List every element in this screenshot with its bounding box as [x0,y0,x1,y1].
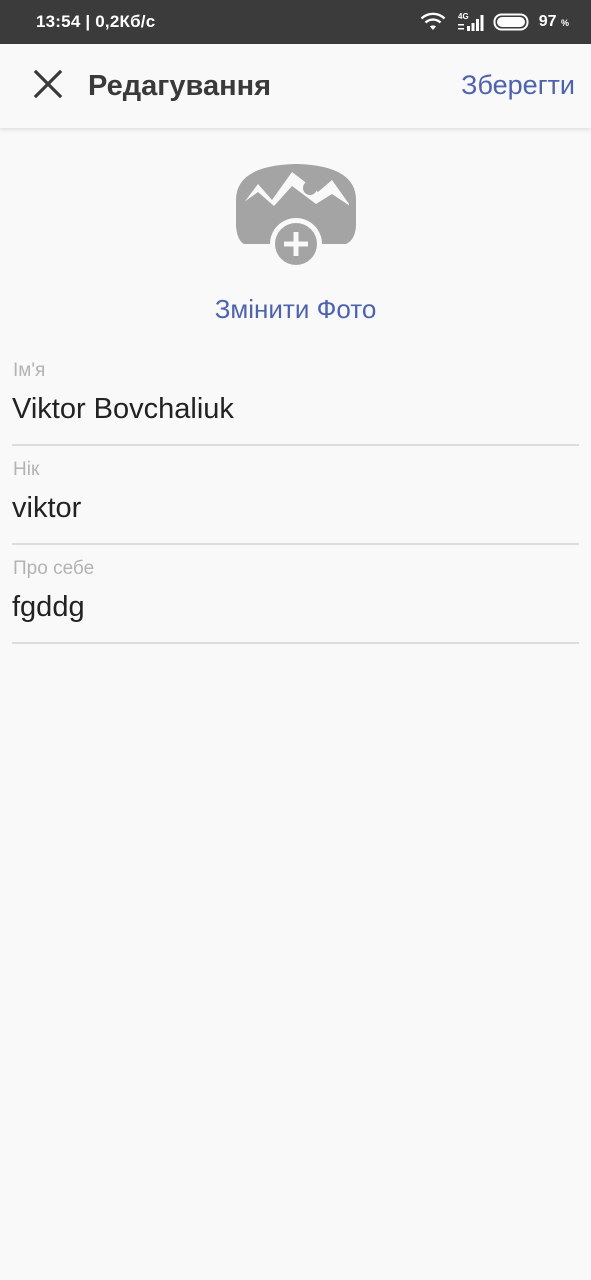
wifi-icon [419,12,447,32]
about-field-label: Про себе [13,558,95,579]
close-icon [33,69,63,104]
change-photo-button[interactable]: Змінити Фото [0,294,591,325]
status-icons: 4G 97 % [419,11,569,33]
status-time-speed: 13:54 | 0,2Кб/с [36,12,156,31]
nick-field-label: Нік [13,459,40,480]
name-field-label: Ім'я [13,360,46,381]
signal-icon: 4G [455,11,485,33]
status-bar: 13:54 | 0,2Кб/с 4G 97 % [0,0,591,44]
add-photo-icon[interactable] [234,160,358,270]
about-field[interactable]: Про себе fgddg [12,558,579,644]
save-button[interactable]: Зберегти [461,70,575,101]
battery-icon [493,12,531,32]
close-button[interactable] [30,68,66,104]
name-field-value[interactable]: Viktor Bovchaliuk [12,393,234,426]
app-bar: Редагування Зберегти [0,44,591,128]
battery-percent: 97 % [538,13,569,30]
nick-field[interactable]: Нік viktor [12,459,579,545]
name-field[interactable]: Ім'я Viktor Bovchaliuk [12,360,579,446]
page-title: Редагування [88,70,272,102]
nick-field-value[interactable]: viktor [12,492,81,525]
about-field-value[interactable]: fgddg [12,591,85,624]
network-type-label: 4G [458,12,469,21]
